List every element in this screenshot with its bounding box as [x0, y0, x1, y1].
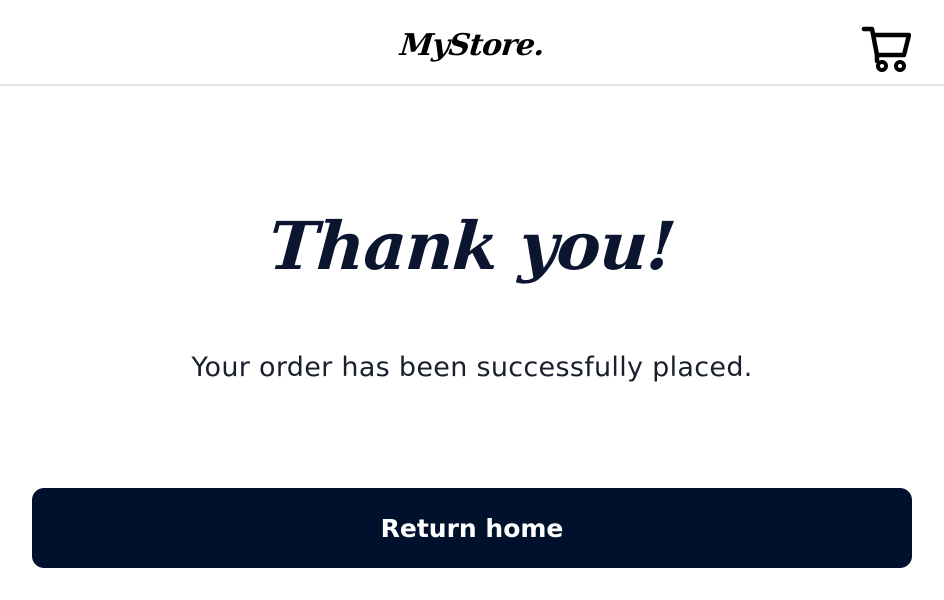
confirmation-message: Your order has been successfully placed.	[191, 352, 753, 383]
store-logo[interactable]: MyStore.	[398, 18, 545, 72]
return-home-button[interactable]: Return home	[32, 488, 912, 568]
cart-button[interactable]	[858, 20, 914, 76]
shopping-cart-icon	[861, 23, 911, 73]
site-header: MyStore.	[0, 0, 944, 86]
confirmation-content: Thank you! Your order has been successfu…	[0, 88, 944, 600]
order-confirmation-page: MyStore. Thank you! Your order has been …	[0, 0, 944, 600]
thank-you-heading: Thank you!	[266, 207, 678, 285]
